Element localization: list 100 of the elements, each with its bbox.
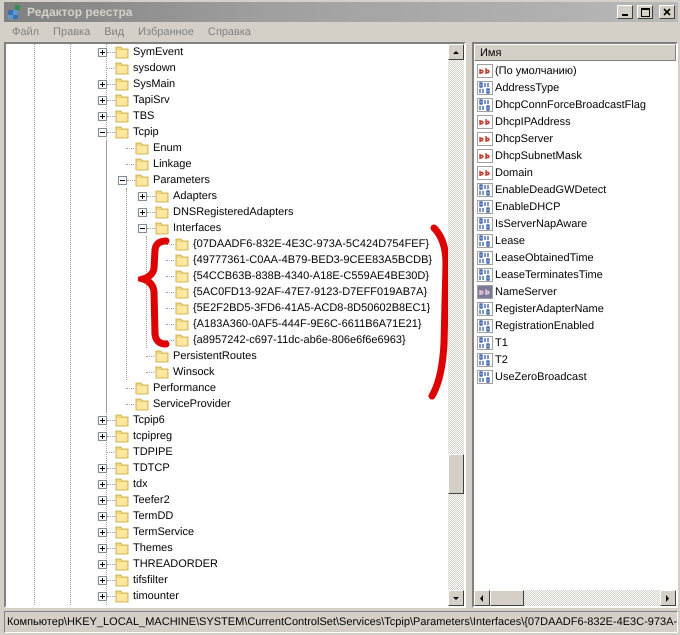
tree-item[interactable]: TBS <box>131 110 156 122</box>
expand-icon[interactable] <box>98 512 107 520</box>
scroll-up-button[interactable] <box>448 44 464 60</box>
collapse-icon[interactable] <box>138 224 147 232</box>
tree-item[interactable]: THREADORDER <box>131 558 220 570</box>
folder-icon <box>175 285 189 299</box>
tree-item[interactable]: {07DAADF6-832E-4E3C-973A-5C424D754FEF} <box>191 238 432 250</box>
value-name[interactable]: AddressType <box>495 82 560 94</box>
expand-icon[interactable] <box>98 544 107 552</box>
value-name[interactable]: DhcpServer <box>495 132 554 144</box>
value-name[interactable]: EnableDHCP <box>495 200 560 212</box>
tree-item[interactable]: {A183A360-0AF5-444F-9E6C-6611B6A71E21} <box>191 318 424 330</box>
tree-item[interactable]: tifsfilter <box>131 574 170 586</box>
expand-icon[interactable] <box>138 208 147 216</box>
expand-icon[interactable] <box>98 480 107 488</box>
tree-item[interactable]: TermDD <box>131 510 176 522</box>
folder-icon <box>135 157 149 171</box>
tree-item[interactable]: Themes <box>131 542 175 554</box>
minimize-button[interactable] <box>617 5 633 19</box>
folder-icon <box>135 141 149 155</box>
horizontal-scrollbar[interactable] <box>474 590 676 606</box>
maximize-button[interactable] <box>637 5 653 19</box>
folder-icon <box>155 205 169 219</box>
expand-icon[interactable] <box>98 592 107 600</box>
value-name[interactable]: NameServer <box>495 286 557 298</box>
tree-item[interactable]: Parameters <box>151 174 212 186</box>
folder-icon <box>155 221 169 235</box>
tree-item[interactable]: Teefer2 <box>131 494 172 506</box>
vertical-scrollbar[interactable] <box>448 44 464 606</box>
value-name[interactable]: IsServerNapAware <box>495 218 588 230</box>
expand-icon[interactable] <box>98 496 107 504</box>
tree-item[interactable]: Winsock <box>171 366 217 378</box>
value-name[interactable]: DhcpConnForceBroadcastFlag <box>495 98 646 110</box>
tree-item[interactable]: TDTCP <box>131 462 172 474</box>
tree-item[interactable]: tdx <box>131 478 150 490</box>
right-arrow-icon <box>664 594 672 602</box>
collapse-icon[interactable] <box>98 128 107 136</box>
scroll-thumb[interactable] <box>448 454 464 494</box>
value-name[interactable]: RegisterAdapterName <box>495 302 604 314</box>
tree-item[interactable]: Adapters <box>171 190 220 202</box>
tree-item[interactable]: TapiSrv <box>131 94 172 106</box>
tree-item[interactable]: Interfaces <box>171 222 224 234</box>
expand-icon[interactable] <box>98 416 107 424</box>
tree-item[interactable]: {54CCB63B-838B-4340-A18E-C559AE4BE30D} <box>191 270 432 282</box>
expand-icon[interactable] <box>98 576 107 584</box>
tree-item[interactable]: Performance <box>151 382 218 394</box>
tree-item[interactable]: tcpipreg <box>131 430 174 442</box>
name-column-header[interactable]: Имя <box>474 44 676 61</box>
expand-icon[interactable] <box>98 528 107 536</box>
value-name[interactable]: DhcpIPAddress <box>495 116 571 128</box>
tree-item[interactable]: TermService <box>131 526 196 538</box>
up-arrow-icon <box>452 48 460 56</box>
tree-item[interactable]: SysMain <box>131 78 178 90</box>
expand-icon[interactable] <box>98 80 107 88</box>
tree-item[interactable]: ServiceProvider <box>151 398 233 410</box>
tree-item[interactable]: DNSRegisteredAdapters <box>171 206 296 218</box>
value-name[interactable]: RegistrationEnabled <box>495 320 594 332</box>
folder-icon <box>115 413 129 427</box>
tree-item[interactable]: Enum <box>151 142 184 154</box>
tree-item[interactable]: Tcpip <box>131 126 161 138</box>
value-name[interactable]: LeaseObtainedTime <box>495 252 594 264</box>
expand-icon[interactable] <box>98 560 107 568</box>
folder-icon <box>135 381 149 395</box>
expand-icon[interactable] <box>98 464 107 472</box>
tree-item[interactable]: {a8957242-c697-11dc-ab6e-806e6f6e6963} <box>191 334 408 346</box>
scroll-left-button[interactable] <box>474 590 490 606</box>
tree-item[interactable]: Tcpip6 <box>131 414 167 426</box>
tree-item[interactable]: timounter <box>131 590 181 602</box>
close-button[interactable] <box>659 5 675 19</box>
value-name[interactable]: T1 <box>495 336 508 348</box>
expand-icon[interactable] <box>98 48 107 56</box>
value-name[interactable]: T2 <box>495 354 508 366</box>
tree-item[interactable]: {5E2F2BD5-3FD6-41A5-ACD8-8D50602B8EC1} <box>191 302 432 314</box>
expand-icon[interactable] <box>98 432 107 440</box>
scroll-thumb[interactable] <box>490 590 524 606</box>
value-name[interactable]: Lease <box>495 234 525 246</box>
expand-icon[interactable] <box>138 192 147 200</box>
folder-icon <box>175 237 189 251</box>
scroll-down-button[interactable] <box>448 590 464 606</box>
tree-item[interactable]: {49777361-C0AA-4B79-BED3-9CEE83A5BCDB} <box>191 254 434 266</box>
folder-icon <box>115 461 129 475</box>
value-name[interactable]: Domain <box>495 166 533 178</box>
tree-item[interactable]: TDPIPE <box>131 446 175 458</box>
maximize-icon <box>640 8 650 16</box>
tree-item[interactable]: Linkage <box>151 158 194 170</box>
tree-item[interactable]: {5AC0FD13-92AF-47E7-9123-D7EFF019AB7A} <box>191 286 430 298</box>
collapse-icon[interactable] <box>118 176 127 184</box>
expand-icon[interactable] <box>98 112 107 120</box>
tree-item[interactable]: PersistentRoutes <box>171 350 259 362</box>
tree-item[interactable]: sysdown <box>131 62 178 74</box>
value-name[interactable]: LeaseTerminatesTime <box>495 268 603 280</box>
tree-item[interactable]: SymEvent <box>131 46 186 58</box>
expand-icon[interactable] <box>98 96 107 104</box>
value-name[interactable]: DhcpSubnetMask <box>495 150 582 162</box>
folder-icon <box>135 397 149 411</box>
scroll-right-button[interactable] <box>660 590 676 606</box>
folder-icon <box>115 477 129 491</box>
value-name[interactable]: UseZeroBroadcast <box>495 370 587 382</box>
value-name[interactable]: EnableDeadGWDetect <box>495 184 606 196</box>
value-name[interactable]: (По умолчанию) <box>495 64 577 76</box>
